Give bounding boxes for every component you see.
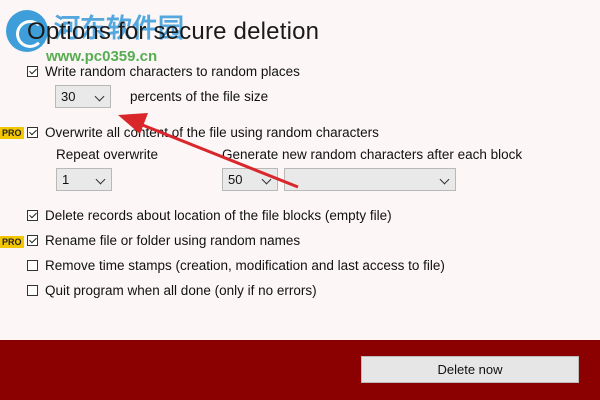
write-random-label: Write random characters to random places [45, 64, 300, 79]
block-size-value: 50 [228, 172, 243, 187]
rename-file-checkbox[interactable] [27, 235, 38, 246]
remove-timestamps-checkbox[interactable] [27, 260, 38, 271]
remove-timestamps-option[interactable]: Remove time stamps (creation, modificati… [27, 258, 445, 273]
overwrite-all-option[interactable]: Overwrite all content of the file using … [27, 125, 379, 140]
chevron-down-icon [261, 174, 272, 185]
generate-chars-label: Generate new random characters after eac… [222, 147, 523, 162]
chevron-down-icon [94, 91, 105, 102]
quit-program-option[interactable]: Quit program when all done (only if no e… [27, 283, 317, 298]
pro-badge: PRO [0, 127, 24, 139]
write-random-option[interactable]: Write random characters to random places [27, 64, 300, 79]
pro-badge: PRO [0, 236, 24, 248]
rename-file-option[interactable]: Rename file or folder using random names [27, 233, 300, 248]
overwrite-all-checkbox[interactable] [27, 127, 38, 138]
delete-records-label: Delete records about location of the fil… [45, 208, 392, 223]
chevron-down-icon [95, 174, 106, 185]
overwrite-all-label: Overwrite all content of the file using … [45, 125, 379, 140]
page-title: Options for secure deletion [27, 18, 320, 45]
block-unit-select[interactable] [284, 168, 456, 191]
delete-records-checkbox[interactable] [27, 210, 38, 221]
rename-file-label: Rename file or folder using random names [45, 233, 301, 248]
watermark-url: www.pc0359.cn [46, 48, 158, 65]
chevron-down-icon [439, 174, 450, 185]
quit-program-checkbox[interactable] [27, 285, 38, 296]
percent-select[interactable]: 30 [55, 85, 111, 108]
block-size-select[interactable]: 50 [222, 168, 278, 191]
repeat-overwrite-value: 1 [62, 172, 70, 187]
write-random-checkbox[interactable] [27, 66, 38, 77]
percent-value: 30 [61, 89, 76, 104]
repeat-overwrite-label: Repeat overwrite [56, 147, 159, 162]
delete-now-button[interactable]: Delete now [361, 356, 579, 383]
remove-timestamps-label: Remove time stamps (creation, modificati… [45, 258, 445, 273]
quit-program-label: Quit program when all done (only if no e… [45, 283, 317, 298]
repeat-overwrite-select[interactable]: 1 [56, 168, 112, 191]
percent-suffix-label: percents of the file size [130, 89, 269, 104]
delete-records-option[interactable]: Delete records about location of the fil… [27, 208, 392, 223]
